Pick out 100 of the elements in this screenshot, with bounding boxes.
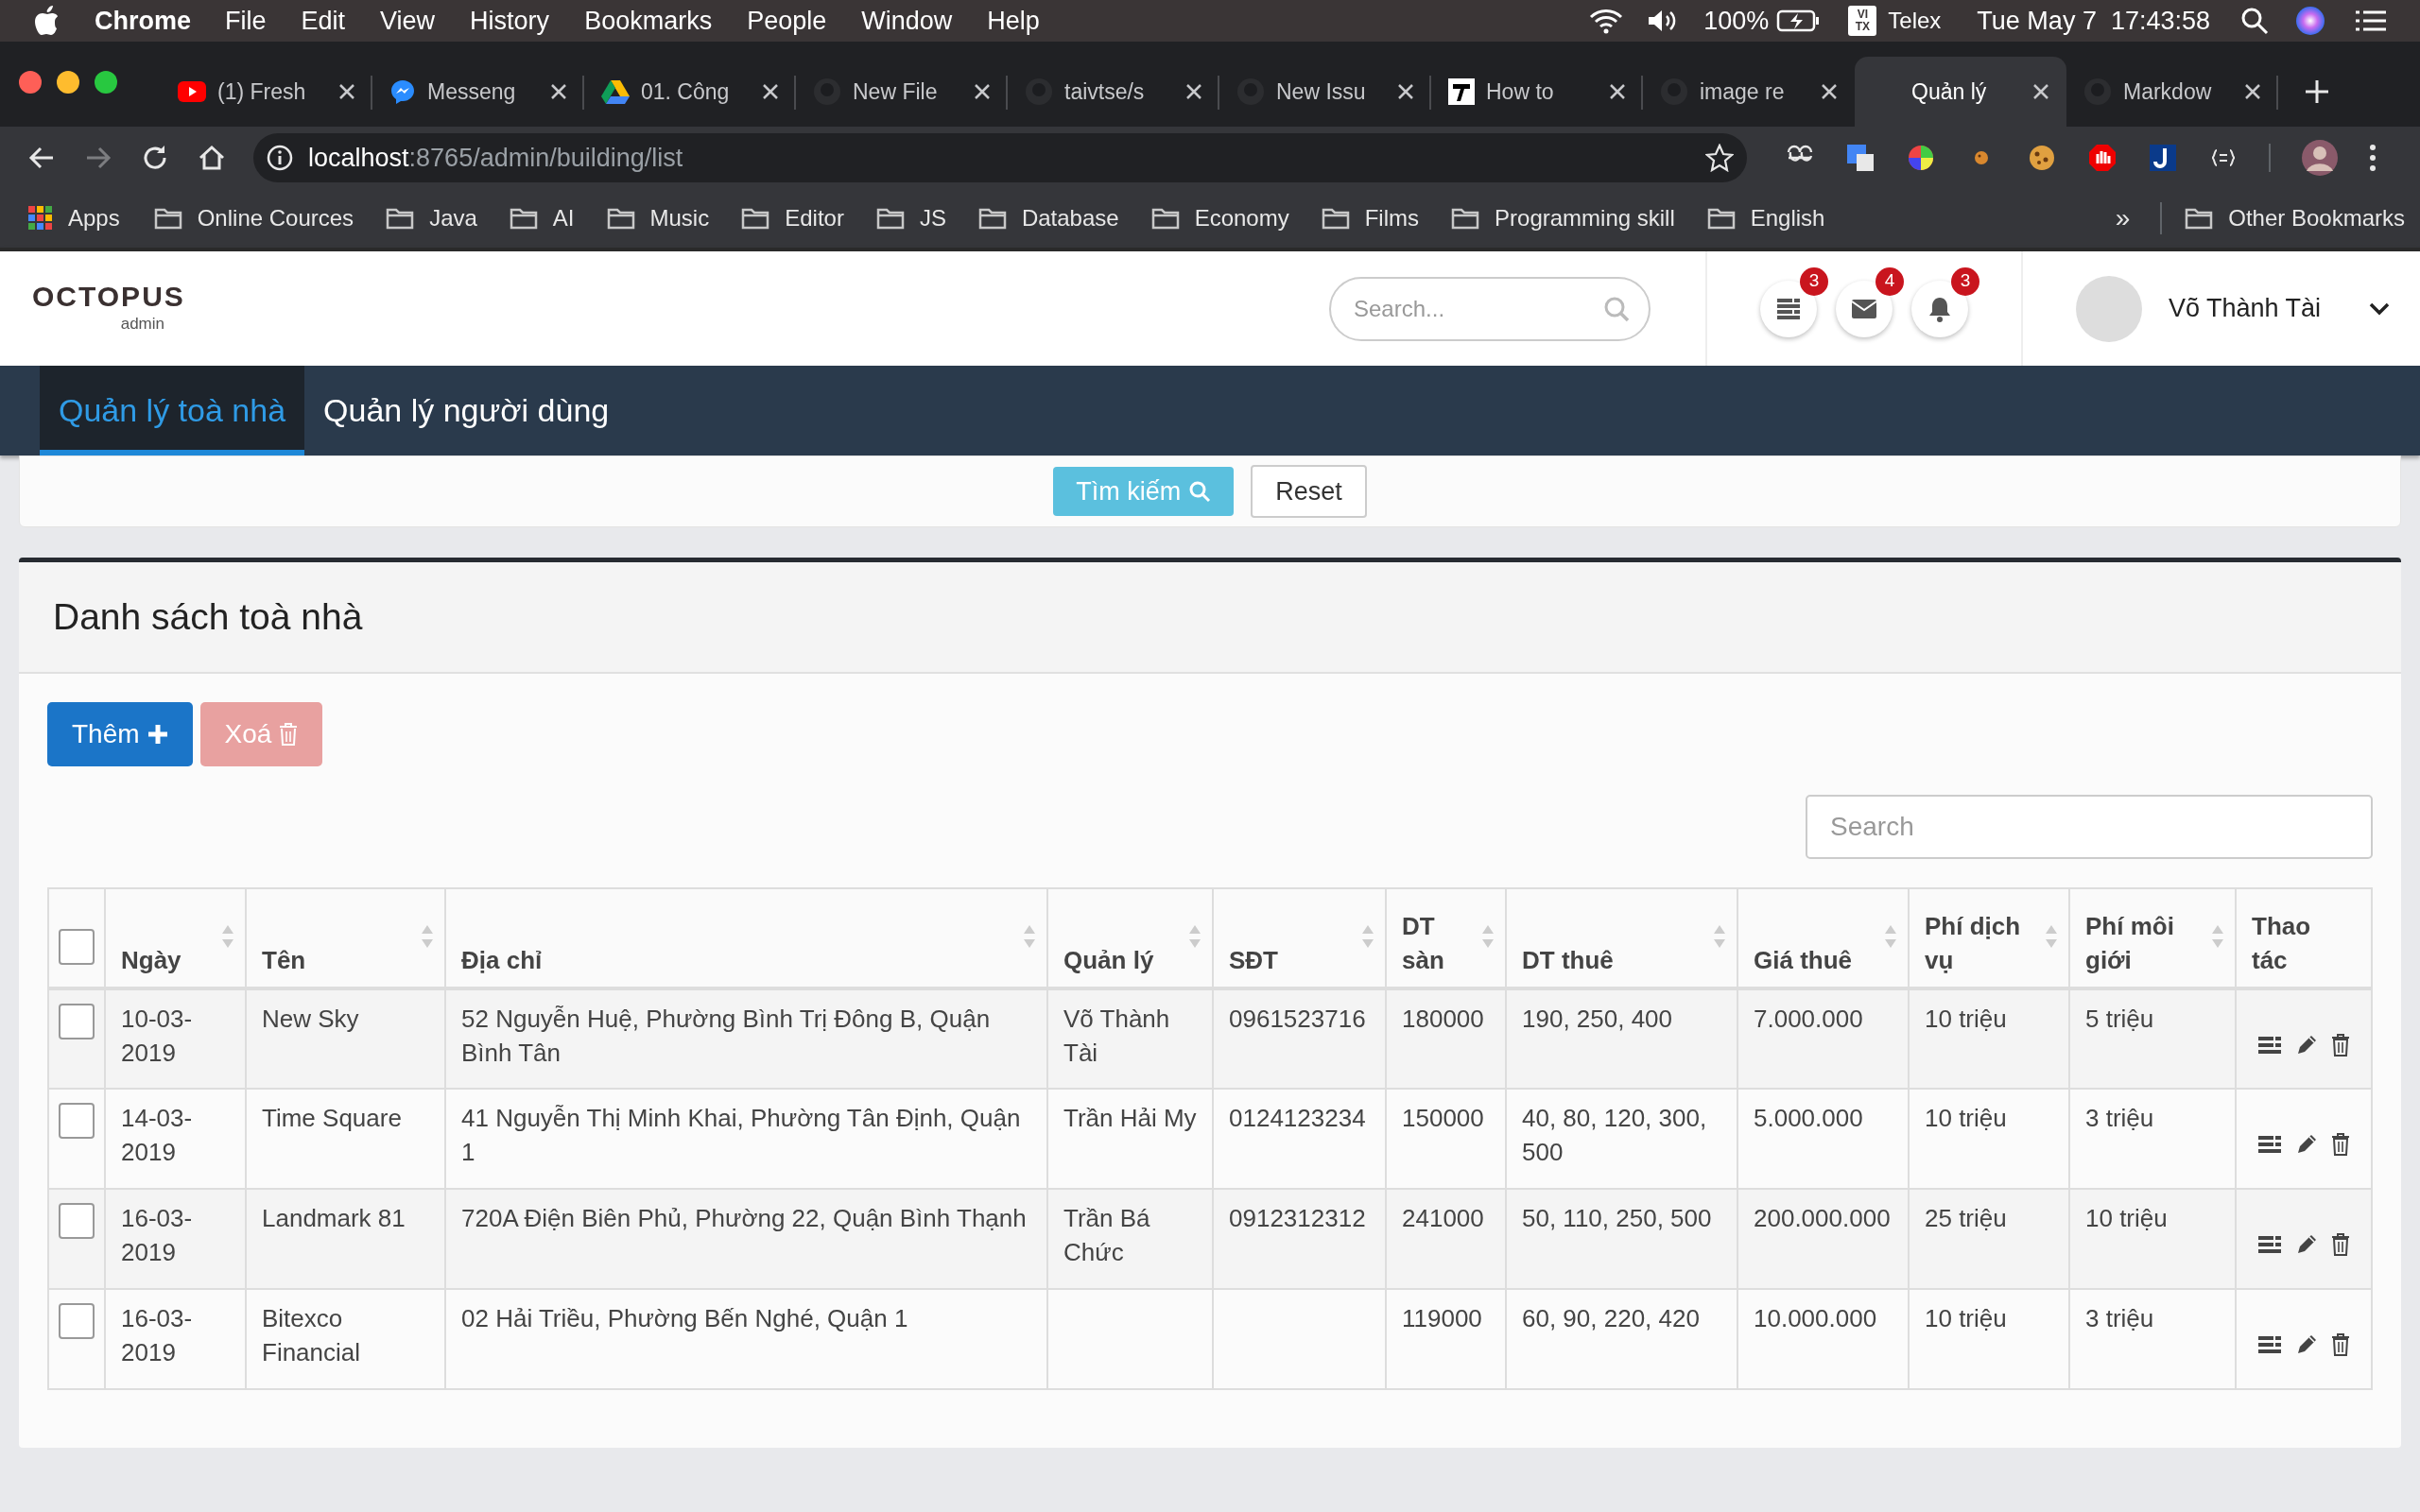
menu-item[interactable]: People <box>747 1 827 41</box>
browser-tab[interactable]: image re <box>1643 57 1855 127</box>
checkbox[interactable] <box>59 1103 95 1139</box>
close-icon[interactable] <box>338 83 355 100</box>
table-cell: 02 Hải Triều, Phường Bến Nghé, Quận 1 <box>461 1304 908 1332</box>
close-icon[interactable] <box>974 83 991 100</box>
browser-tab[interactable]: New Issu <box>1219 57 1431 127</box>
browser-tab[interactable]: How to <box>1431 57 1643 127</box>
apple-icon[interactable] <box>32 5 60 37</box>
list-icon[interactable] <box>2257 1135 2282 1154</box>
search-field[interactable]: Search... <box>1329 276 1651 341</box>
trash-icon[interactable] <box>2331 1233 2350 1256</box>
trash-icon[interactable] <box>2331 1333 2350 1356</box>
bookmark-folder[interactable]: Other Bookmarks <box>2185 201 2405 235</box>
checkbox[interactable] <box>59 929 95 965</box>
menu-item[interactable]: Chrome <box>95 1 191 41</box>
bookmark-folder[interactable]: AI <box>509 201 575 235</box>
nav-tab[interactable]: Quản lý toà nhà <box>40 366 305 455</box>
pencil-icon[interactable] <box>2295 1133 2318 1156</box>
checkbox[interactable] <box>59 1303 95 1339</box>
logo: OCTOPUS <box>32 281 185 312</box>
browser-tab[interactable]: Markdow <box>2066 57 2278 127</box>
nav-tab[interactable]: Quản lý người dùng <box>304 366 629 455</box>
bookmark-folder[interactable]: Music <box>606 201 710 235</box>
user-menu[interactable]: Võ Thành Tài <box>2023 251 2420 366</box>
zoom-window-button[interactable] <box>95 71 117 94</box>
stop-hand-icon[interactable] <box>2087 143 2118 173</box>
folder-icon <box>2185 207 2214 230</box>
list-icon[interactable] <box>2257 1235 2282 1254</box>
bookmark-folder[interactable]: Films <box>1321 201 1420 235</box>
menu-item[interactable]: File <box>225 1 267 41</box>
pencil-icon[interactable] <box>2295 1233 2318 1256</box>
input-method-label[interactable]: Telex <box>1888 4 1942 38</box>
bookmark-folder[interactable]: Database <box>977 201 1119 235</box>
reset-button[interactable]: Reset <box>1251 465 1367 518</box>
bookmark-folder[interactable]: Java <box>386 201 477 235</box>
table-cell: 16-03-2019 <box>121 1204 193 1266</box>
browser-tab[interactable]: taivtse/s <box>1008 57 1219 127</box>
close-icon[interactable] <box>1397 83 1414 100</box>
logo-subtitle: admin <box>120 313 164 335</box>
browser-tab[interactable]: Quản lý <box>1855 57 2066 127</box>
browser-tab[interactable]: Messeng <box>372 57 584 127</box>
bookmark-folder[interactable]: JS <box>875 201 946 235</box>
chat-bubble-icon <box>389 78 416 105</box>
close-icon[interactable] <box>550 83 567 100</box>
menu-item[interactable]: Help <box>987 1 1040 41</box>
close-window-button[interactable] <box>19 71 42 94</box>
home-icon[interactable] <box>197 143 227 173</box>
add-button[interactable]: Thêm <box>47 702 193 766</box>
minimize-window-button[interactable] <box>57 71 79 94</box>
avatar-icon[interactable] <box>2301 139 2339 177</box>
assistant-icon[interactable] <box>2295 6 2325 36</box>
menu-item[interactable]: Edit <box>301 1 346 41</box>
bookmarks-overflow-button[interactable]: » <box>2115 198 2131 238</box>
menu-item[interactable]: Window <box>861 1 953 41</box>
j-icon[interactable] <box>2148 143 2178 173</box>
color-wheel-icon[interactable] <box>1906 143 1936 173</box>
table-cell: 119000 <box>1402 1304 1482 1332</box>
close-icon[interactable] <box>2032 83 2049 100</box>
browser-tab[interactable]: New File <box>796 57 1008 127</box>
close-icon[interactable] <box>1185 83 1202 100</box>
search-field[interactable]: Search <box>1806 795 2373 859</box>
close-icon[interactable] <box>1609 83 1626 100</box>
checkbox[interactable] <box>59 1004 95 1040</box>
close-icon[interactable] <box>762 83 779 100</box>
translate-icon[interactable] <box>1845 143 1876 173</box>
bookmark-folder[interactable]: Economy <box>1150 201 1289 235</box>
input-source-icon[interactable]: VI TX <box>1848 6 1877 36</box>
menu-item[interactable]: View <box>380 1 436 41</box>
more-icon[interactable] <box>2369 144 2377 172</box>
chevron-down-icon <box>2369 301 2390 316</box>
new-tab-icon[interactable] <box>2305 79 2329 104</box>
close-icon[interactable] <box>2244 83 2261 100</box>
table-cell: 0912312312 <box>1229 1204 1366 1232</box>
address-bar[interactable]: localhost:8765/admin/building/list <box>253 133 1747 182</box>
pencil-icon[interactable] <box>2295 1033 2318 1057</box>
cookie-icon[interactable] <box>2027 143 2057 173</box>
bookmark-folder[interactable]: Online Cources <box>153 201 354 235</box>
wifi-icon[interactable] <box>1588 8 1625 34</box>
bookmark-folder[interactable]: Editor <box>741 201 844 235</box>
menu-item[interactable]: History <box>470 1 550 41</box>
bookmark-folder[interactable]: Programming skill <box>1451 201 1675 235</box>
trash-icon[interactable] <box>2331 1033 2350 1057</box>
bookmark-item[interactable]: Apps <box>28 201 120 235</box>
list-icon[interactable] <box>2257 1335 2282 1354</box>
browser-tab[interactable]: 01. Công <box>584 57 796 127</box>
clock[interactable]: Tue May 7 17:43:58 <box>1977 1 2210 41</box>
search-icon[interactable] <box>2240 7 2269 35</box>
pencil-icon[interactable] <box>2295 1333 2318 1356</box>
table-cell: 14-03-2019 <box>121 1104 193 1166</box>
checkbox[interactable] <box>59 1203 95 1239</box>
info-icon[interactable] <box>267 145 293 171</box>
trash-icon[interactable] <box>2331 1133 2350 1156</box>
star-icon[interactable] <box>1705 144 1734 172</box>
menu-item[interactable]: Bookmarks <box>584 1 713 41</box>
table-cell: Trần Bá Chức <box>1063 1204 1150 1266</box>
list-icon[interactable] <box>2257 1035 2282 1055</box>
close-icon[interactable] <box>1821 83 1838 100</box>
browser-tab[interactable]: (1) Fresh <box>161 57 372 127</box>
bookmark-folder[interactable]: English <box>1706 201 1825 235</box>
